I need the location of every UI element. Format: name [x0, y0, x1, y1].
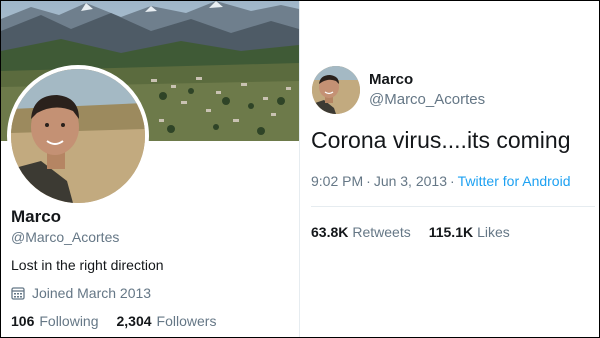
- profile-card: Marco @Marco_Acortes Lost in the right d…: [1, 1, 299, 337]
- joined-date: Joined March 2013: [11, 285, 151, 301]
- profile-bio: Lost in the right direction: [11, 257, 164, 273]
- profile-avatar[interactable]: [7, 65, 149, 207]
- following-count: 106: [11, 313, 35, 329]
- likes-link[interactable]: 115.1K Likes: [429, 224, 510, 240]
- followers-label: Followers: [156, 313, 217, 329]
- joined-text: Joined March 2013: [32, 285, 152, 301]
- tweet-date[interactable]: Jun 3, 2013: [374, 173, 447, 189]
- following-label: Following: [39, 313, 99, 329]
- followers-link[interactable]: 2,304 Followers: [117, 313, 217, 329]
- followers-count: 2,304: [116, 313, 152, 329]
- retweets-link[interactable]: 63.8K Retweets: [311, 224, 411, 240]
- tweet-meta: 9:02 PM · Jun 3, 2013 · Twitter for Android: [311, 173, 570, 189]
- likes-count: 115.1K: [428, 224, 474, 240]
- tweet-author-avatar[interactable]: [312, 66, 360, 114]
- calendar-icon: [11, 287, 25, 300]
- tweet-author-handle[interactable]: @Marco_Acortes: [369, 91, 485, 108]
- profile-handle: @Marco_Acortes: [11, 229, 120, 245]
- meta-separator: ·: [366, 173, 371, 189]
- profile-display-name: Marco: [11, 207, 62, 226]
- tweet-time[interactable]: 9:02 PM: [311, 173, 363, 189]
- tweet-author-name[interactable]: Marco: [369, 71, 413, 88]
- tweet-stats: 63.8K Retweets 115.1K Likes: [311, 224, 528, 240]
- following-link[interactable]: 106 Following: [11, 313, 99, 329]
- meta-separator: ·: [449, 173, 455, 189]
- tweet-text: Corona virus....its coming: [311, 127, 571, 153]
- tweet-divider: [311, 206, 595, 207]
- tweet-card: Marco @Marco_Acortes Corona virus....its…: [300, 1, 598, 337]
- likes-label: Likes: [477, 224, 510, 240]
- follow-stats: 106 Following 2,304 Followers: [11, 313, 234, 329]
- retweets-count: 63.8K: [311, 224, 349, 240]
- retweets-label: Retweets: [352, 224, 411, 240]
- tweet-source-link[interactable]: Twitter for Android: [458, 173, 571, 189]
